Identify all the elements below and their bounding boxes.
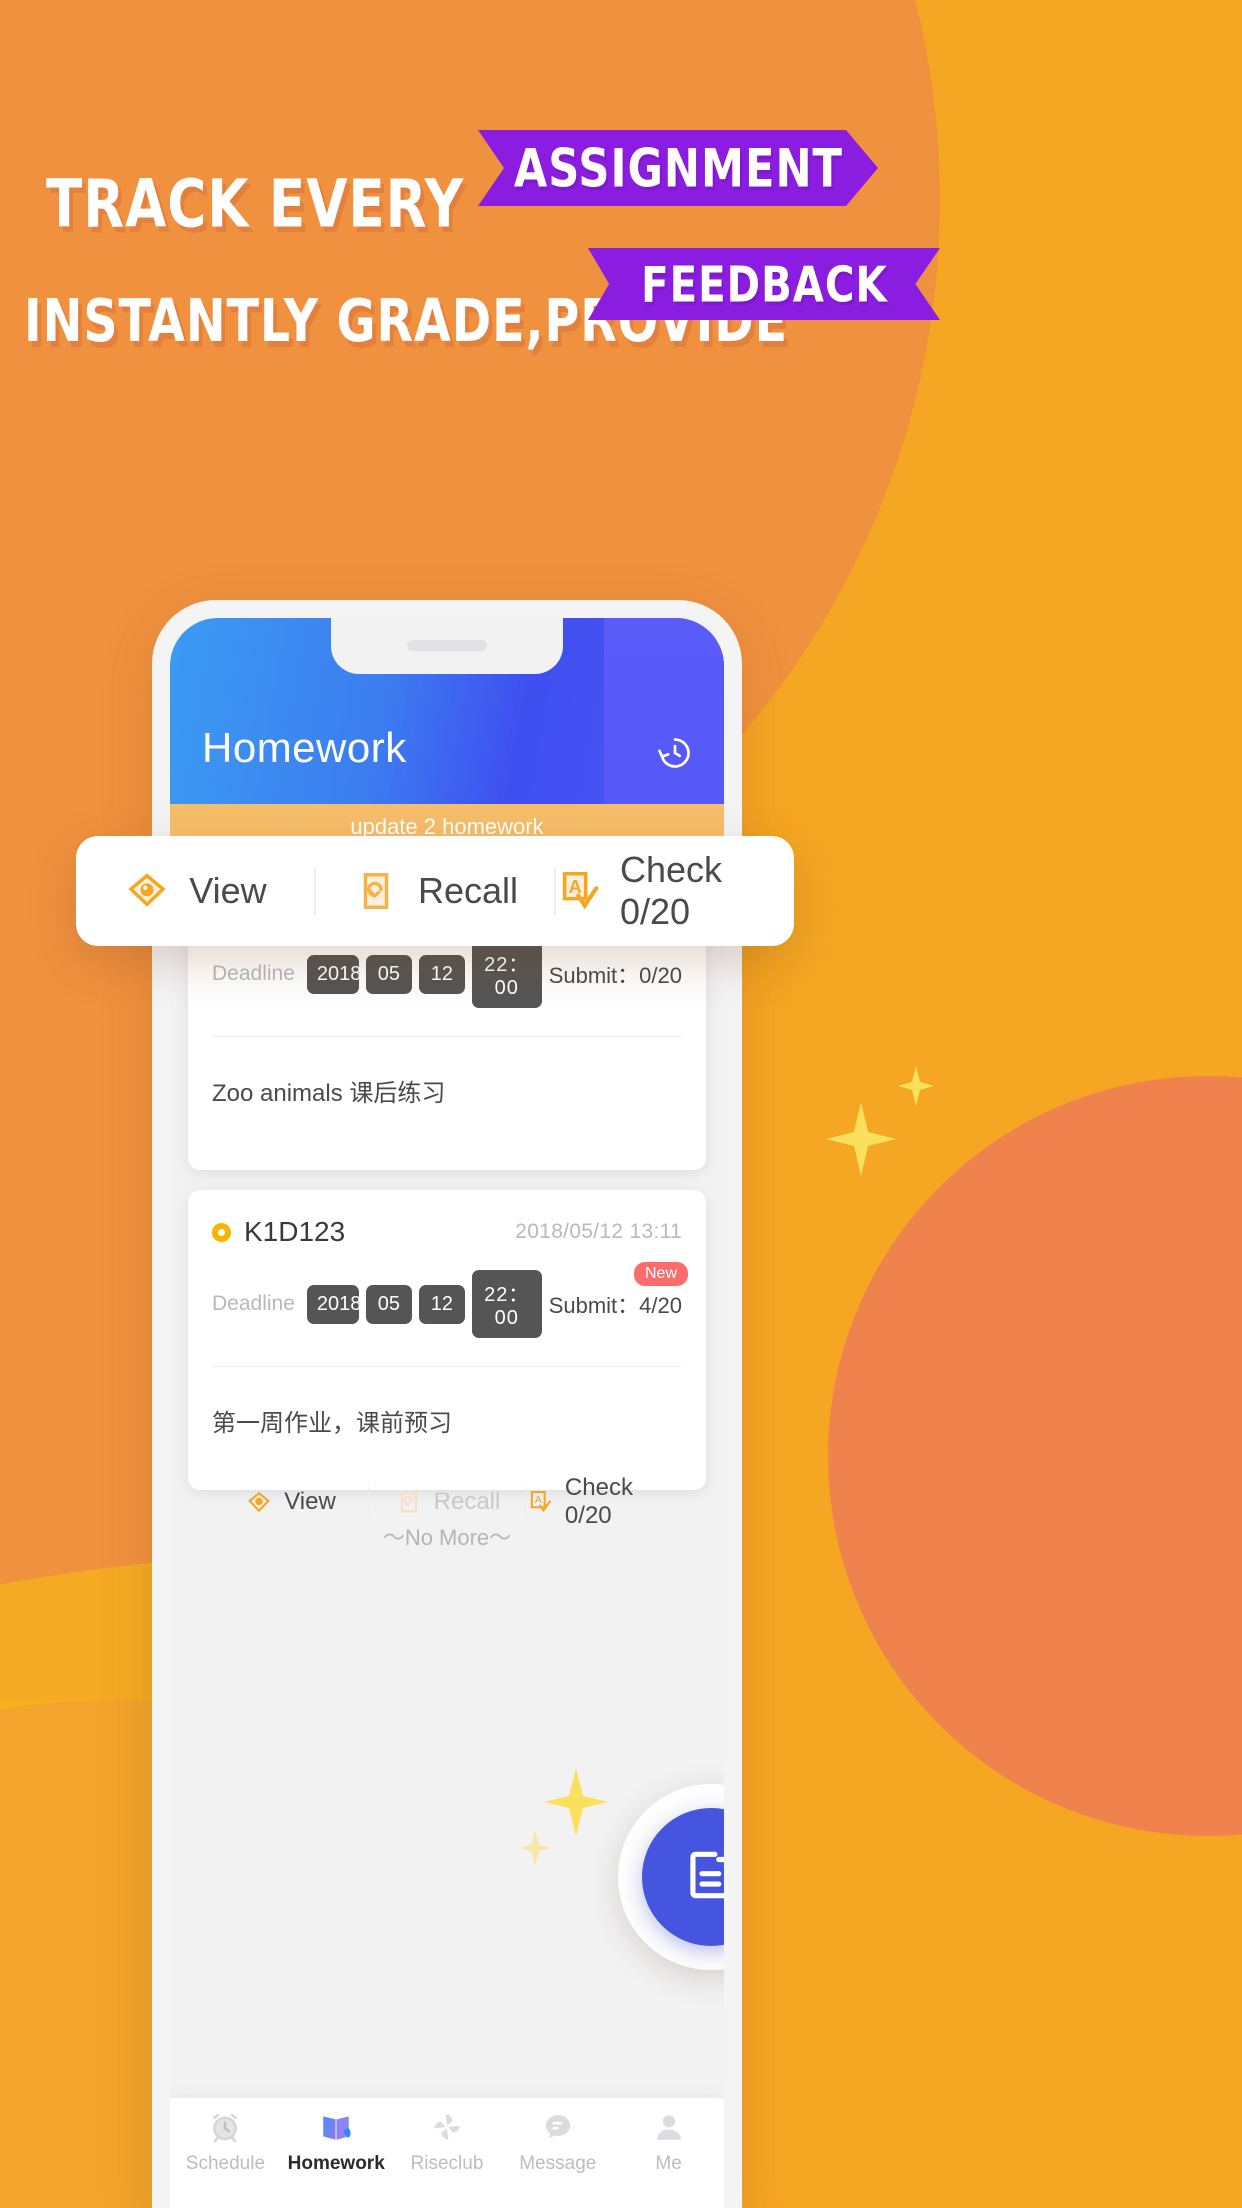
deadline-chip-time: 22：00: [471, 1270, 542, 1338]
add-document-icon: [680, 1844, 724, 1911]
recall-button: Recall: [368, 1487, 526, 1517]
check-grade-icon: A: [526, 1487, 555, 1517]
overlay-view-label: View: [189, 870, 267, 911]
ribbon-feedback: FEEDBACK: [588, 248, 940, 320]
bottom-tab-bar: Schedule Homework Riseclub Message Me: [170, 2098, 724, 2208]
list-end-text: ～No More～: [382, 1525, 512, 1550]
eye-icon: [244, 1487, 274, 1517]
fab-container: [618, 1784, 724, 1970]
deadline-chip-day: 12: [418, 1284, 465, 1324]
tab-message-label: Message: [519, 2153, 597, 2174]
new-badge: New: [633, 1262, 688, 1286]
view-button[interactable]: View: [212, 1487, 368, 1517]
recall-icon: [352, 867, 400, 915]
ribbon-assignment: ASSIGNMENT: [478, 130, 878, 206]
headline-line-1-text: TRACK EVERY: [46, 166, 465, 243]
person-icon: [650, 2108, 688, 2146]
submit-label: Submit：: [548, 963, 640, 988]
book-pen-icon: [317, 2108, 355, 2146]
phone-notch: [331, 618, 563, 674]
check-grade-icon: A: [556, 867, 602, 915]
deadline-chip-day: 12: [418, 954, 465, 994]
alarm-clock-icon: [206, 2108, 244, 2146]
overlay-recall-label: Recall: [417, 870, 519, 911]
svg-text:A: A: [569, 877, 582, 897]
class-code: K1D123: [244, 1216, 346, 1247]
homework-description: Zoo animals 课后练习: [212, 1080, 446, 1107]
deadline-label: Deadline: [212, 962, 295, 985]
overlay-recall-button[interactable]: Recall: [314, 867, 556, 915]
tab-schedule-label: Schedule: [185, 2153, 266, 2174]
tab-riseclub-label: Riseclub: [410, 2153, 484, 2174]
pinwheel-icon: [428, 2108, 466, 2146]
recall-icon: [394, 1487, 424, 1517]
homework-list: K1D123 2018/05/10 16:43 Deadline 2018 05…: [170, 830, 724, 2208]
overlay-check-label: Check 0/20: [620, 849, 723, 932]
chat-bubble-icon: [539, 2108, 577, 2146]
ribbon-assignment-text: ASSIGNMENT: [513, 137, 843, 199]
sparkle-icon: [544, 1768, 608, 1836]
homework-description: 第一周作业，课前预习: [212, 1410, 452, 1437]
action-overlay-popup: View Recall A Check 0/20: [76, 836, 794, 946]
deadline-chip-month: 05: [365, 1284, 412, 1324]
tab-homework-label: Homework: [287, 2153, 385, 2174]
tab-homework[interactable]: Homework: [281, 2108, 392, 2175]
orange-ring-dot-icon: [212, 1222, 231, 1242]
ribbon-feedback-text: FEEDBACK: [640, 255, 888, 313]
deadline-chip-year: 2018: [306, 1284, 361, 1324]
card-id-group: K1D123: [212, 1216, 345, 1248]
svg-text:A: A: [535, 1494, 542, 1506]
eye-icon: [123, 867, 171, 915]
card-deadline-row: Deadline 2018 05 12 22：00 Submit：0/20: [212, 940, 682, 1008]
tab-me-label: Me: [655, 2153, 682, 2174]
sparkle-small-icon: [518, 1830, 552, 1866]
card-header-row: K1D123 2018/05/12 13:11: [212, 1190, 682, 1248]
submit-value: 4/20: [639, 1293, 682, 1318]
card-timestamp: 2018/05/12 13:11: [515, 1220, 682, 1243]
recall-button-label: Recall: [433, 1488, 501, 1515]
homework-card[interactable]: K1D123 2018/05/12 13:11 Deadline 2018 05…: [188, 1190, 706, 1529]
tab-schedule[interactable]: Schedule: [170, 2108, 281, 2175]
tab-me[interactable]: Me: [613, 2108, 724, 2175]
notch-speaker: [407, 640, 487, 651]
deadline-label: Deadline: [212, 1292, 295, 1315]
card-deadline-row: Deadline 2018 05 12 22：00 New Submit：4/2…: [212, 1262, 688, 1338]
tab-riseclub[interactable]: Riseclub: [392, 2108, 503, 2175]
deadline-chip-year: 2018: [306, 954, 361, 994]
submit-value: 0/20: [639, 963, 682, 988]
overlay-check-button[interactable]: A Check 0/20: [556, 849, 794, 933]
headline-line-1: TRACK EVERY: [46, 166, 486, 243]
view-button-label: View: [284, 1488, 336, 1515]
overlay-view-button[interactable]: View: [76, 867, 314, 915]
submit-count: Submit：0/20: [549, 958, 682, 990]
deadline-chip-month: 05: [365, 954, 412, 994]
submit-label: Submit：: [548, 1293, 640, 1318]
deadline-chip-time: 22：00: [471, 940, 542, 1008]
tab-message[interactable]: Message: [502, 2108, 613, 2175]
submit-count: New Submit：4/20: [548, 1262, 688, 1320]
sparkle-small-icon: [898, 1066, 1212, 1122]
page-title: Homework: [202, 724, 407, 771]
history-icon[interactable]: [656, 734, 694, 772]
